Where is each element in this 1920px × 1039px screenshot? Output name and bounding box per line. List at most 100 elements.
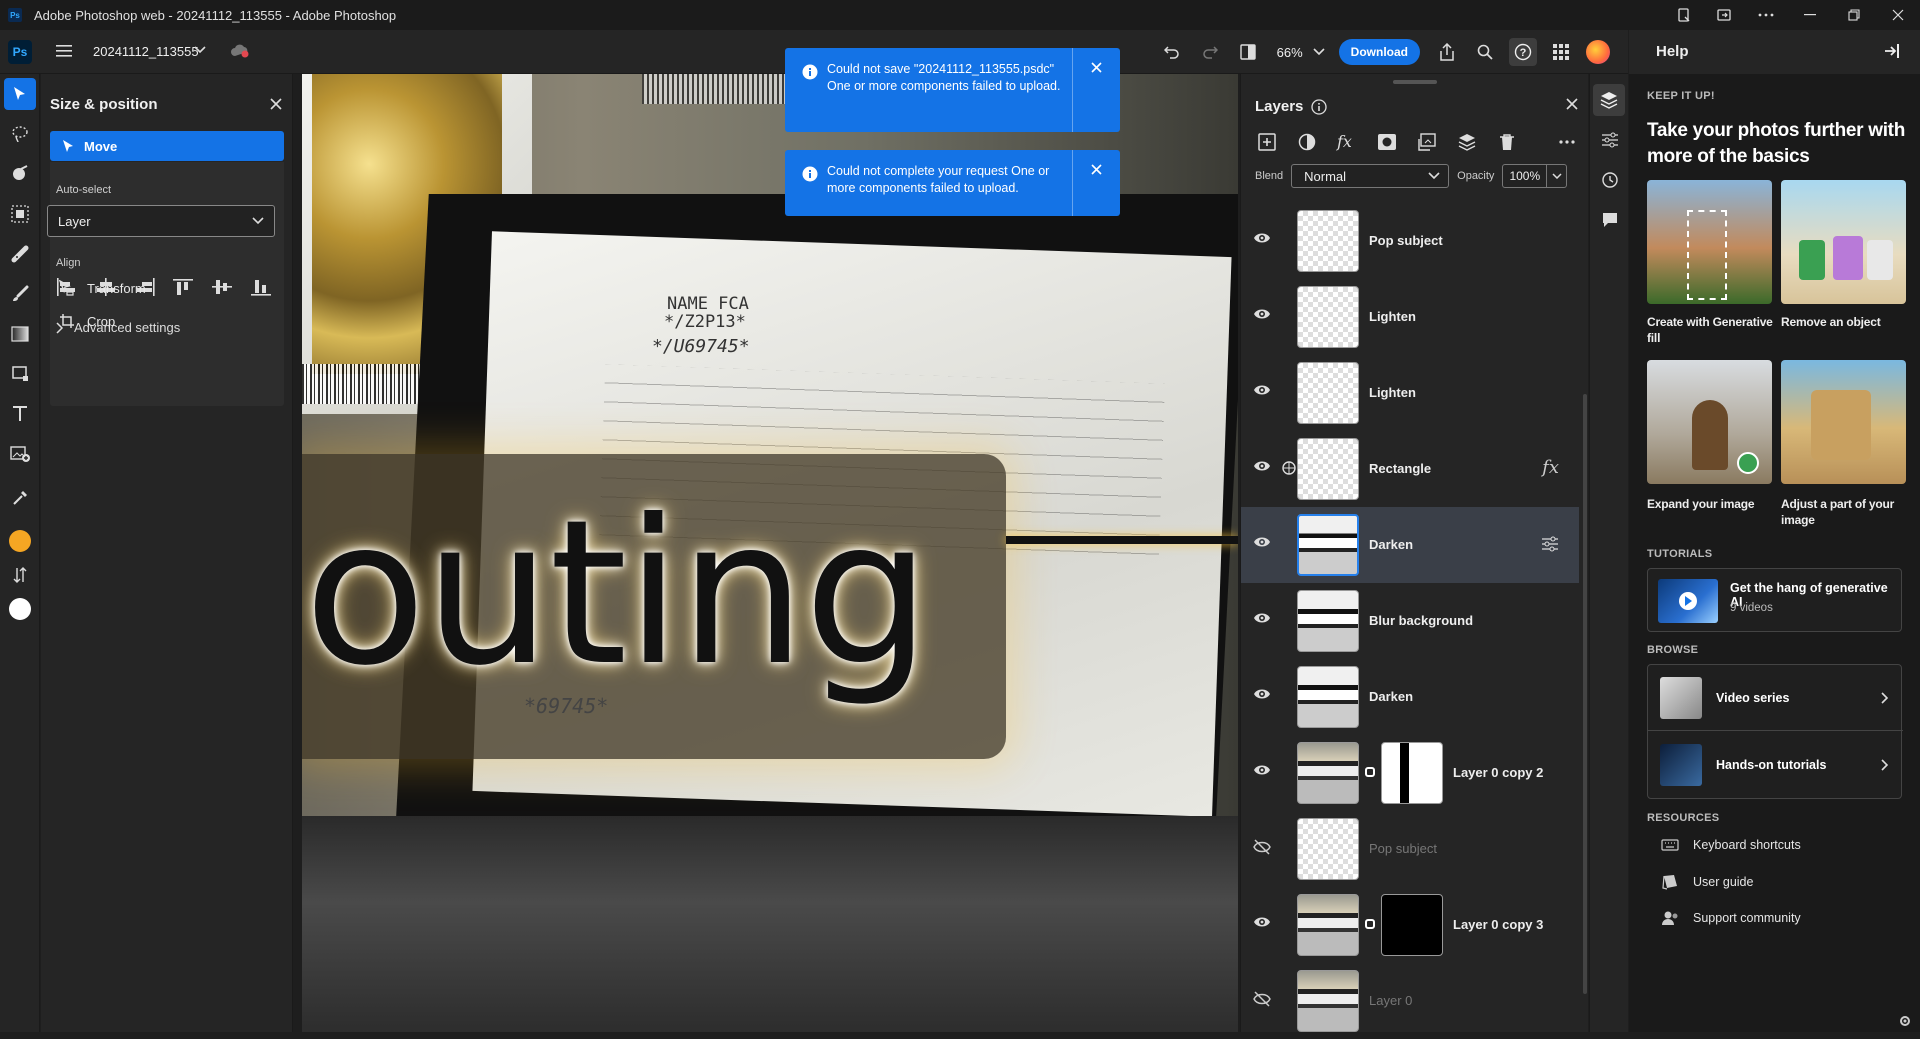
apps-grid-icon[interactable] (1542, 30, 1580, 74)
auto-select-dropdown[interactable]: Layer (47, 205, 275, 237)
layer-lock-icon[interactable] (1282, 461, 1296, 475)
canvas[interactable]: NAME FCA */Z2P13* */U69745* *69745* outi… (302, 74, 1238, 1032)
layer-row-selected[interactable]: Darken (1241, 507, 1579, 583)
zoom-level[interactable]: 66% (1267, 45, 1331, 60)
delete-icon[interactable] (1493, 128, 1521, 156)
visibility-eye-icon[interactable] (1253, 763, 1271, 777)
visibility-eye-icon[interactable] (1253, 307, 1271, 321)
healing-brush-icon[interactable] (0, 234, 40, 274)
layer-row[interactable]: Layer 0 copy 2 (1241, 735, 1579, 811)
add-image-icon[interactable] (0, 434, 40, 474)
background-color-swatch[interactable] (8, 598, 31, 620)
comments-icon[interactable] (1590, 200, 1629, 240)
fx-icon[interactable]: fx (1333, 128, 1361, 156)
cloud-error-icon[interactable] (230, 44, 250, 58)
app-switch-icon[interactable] (1704, 0, 1744, 30)
layer-stack-icon[interactable] (1453, 128, 1481, 156)
layer-mask-thumbnail[interactable] (1381, 894, 1443, 956)
layer-row[interactable]: Lighten (1241, 279, 1579, 355)
object-select-icon[interactable] (0, 194, 40, 234)
document-name[interactable]: 20241112_113555 (93, 44, 199, 59)
share-icon[interactable] (1428, 30, 1466, 74)
layers-scrollbar[interactable] (1583, 394, 1587, 994)
chevron-down-icon[interactable] (194, 46, 206, 54)
add-layer-icon[interactable] (1253, 128, 1281, 156)
layer-row[interactable]: Darken (1241, 659, 1579, 735)
eyedropper-icon[interactable] (0, 478, 40, 518)
blend-mode-dropdown[interactable]: Normal (1291, 164, 1450, 188)
ps-logo[interactable]: Ps (8, 40, 32, 64)
download-button[interactable]: Download (1338, 39, 1420, 65)
align-middle-icon[interactable] (212, 278, 234, 296)
panel-drag-handle[interactable] (1393, 80, 1437, 84)
mask-link-icon[interactable] (1365, 767, 1375, 777)
layer-row[interactable]: Layer 0 (1241, 963, 1579, 1039)
layer-mask-thumbnail[interactable] (1381, 742, 1443, 804)
visibility-eye-icon[interactable] (1253, 687, 1271, 701)
clip-mask-icon[interactable] (1413, 128, 1441, 156)
hidden-eye-icon[interactable] (1253, 991, 1271, 1007)
close-icon[interactable] (270, 98, 282, 110)
minimize-icon[interactable] (1788, 0, 1832, 30)
move-tool-icon[interactable] (4, 78, 36, 110)
move-section[interactable]: Move (50, 131, 284, 161)
layer-row[interactable]: Pop subject (1241, 811, 1579, 887)
crop-item[interactable]: Crop (59, 313, 115, 329)
generative-fill-card[interactable] (1647, 180, 1772, 304)
swap-colors-icon[interactable] (0, 561, 40, 589)
layer-row[interactable]: Pop subject (1241, 203, 1579, 279)
redo-icon[interactable] (1191, 30, 1229, 74)
fx-icon[interactable]: fx (1542, 457, 1559, 478)
type-icon[interactable] (0, 394, 40, 434)
visibility-eye-icon[interactable] (1253, 915, 1271, 929)
adjust-part-card[interactable] (1781, 360, 1906, 484)
browse-item-video-series[interactable]: Video series (1648, 665, 1903, 731)
visibility-eye-icon[interactable] (1253, 231, 1271, 245)
resource-support-community[interactable]: Support community (1661, 910, 1801, 926)
align-bottom-icon[interactable] (251, 278, 273, 296)
layer-row[interactable]: Rectangle fx (1241, 431, 1579, 507)
brush-icon[interactable] (0, 274, 40, 314)
lasso-icon[interactable] (0, 114, 40, 154)
close-icon[interactable] (1072, 150, 1120, 216)
help-icon[interactable]: ? (1504, 30, 1542, 74)
align-top-icon[interactable] (173, 278, 195, 296)
notes-icon[interactable] (1664, 0, 1704, 30)
compare-icon[interactable] (1229, 30, 1267, 74)
close-window-icon[interactable] (1876, 0, 1920, 30)
layers-panel-icon[interactable] (1593, 84, 1625, 116)
info-icon[interactable] (1311, 99, 1327, 115)
resource-user-guide[interactable]: User guide (1661, 874, 1753, 890)
close-icon[interactable] (1072, 48, 1120, 132)
adjustments-icon[interactable] (1590, 120, 1629, 160)
expand-image-card[interactable] (1647, 360, 1772, 484)
visibility-eye-icon[interactable] (1253, 383, 1271, 397)
layer-row[interactable]: Lighten (1241, 355, 1579, 431)
tutorial-card[interactable]: Get the hang of generative AI 9 videos (1647, 568, 1902, 632)
mask-link-icon[interactable] (1365, 919, 1375, 929)
menu-icon[interactable] (56, 44, 72, 58)
quick-select-icon[interactable] (0, 154, 40, 194)
gradient-icon[interactable] (0, 314, 40, 354)
remove-object-card[interactable] (1781, 180, 1906, 304)
avatar[interactable] (1586, 40, 1610, 64)
more-options-icon[interactable] (1553, 128, 1581, 156)
layer-row[interactable]: Layer 0 copy 3 (1241, 887, 1579, 963)
history-icon[interactable] (1590, 160, 1629, 200)
foreground-color-swatch[interactable] (8, 530, 31, 552)
undo-icon[interactable] (1153, 30, 1191, 74)
adjustment-settings-icon[interactable] (1541, 536, 1559, 552)
more-options-icon[interactable] (1744, 0, 1788, 30)
visibility-eye-icon[interactable] (1253, 535, 1271, 549)
crop-transform-icon[interactable] (0, 354, 40, 394)
gear-icon[interactable] (1898, 1014, 1912, 1028)
transform-item[interactable]: Transform (59, 280, 146, 296)
layer-row[interactable]: Blur background (1241, 583, 1579, 659)
mask-icon[interactable] (1373, 128, 1401, 156)
browse-item-hands-on[interactable]: Hands-on tutorials (1648, 732, 1903, 798)
search-icon[interactable] (1466, 30, 1504, 74)
opacity-input[interactable]: 100% (1502, 164, 1548, 188)
adjustment-layer-icon[interactable] (1293, 128, 1321, 156)
opacity-dropdown[interactable] (1547, 164, 1568, 188)
visibility-eye-icon[interactable] (1253, 459, 1271, 473)
